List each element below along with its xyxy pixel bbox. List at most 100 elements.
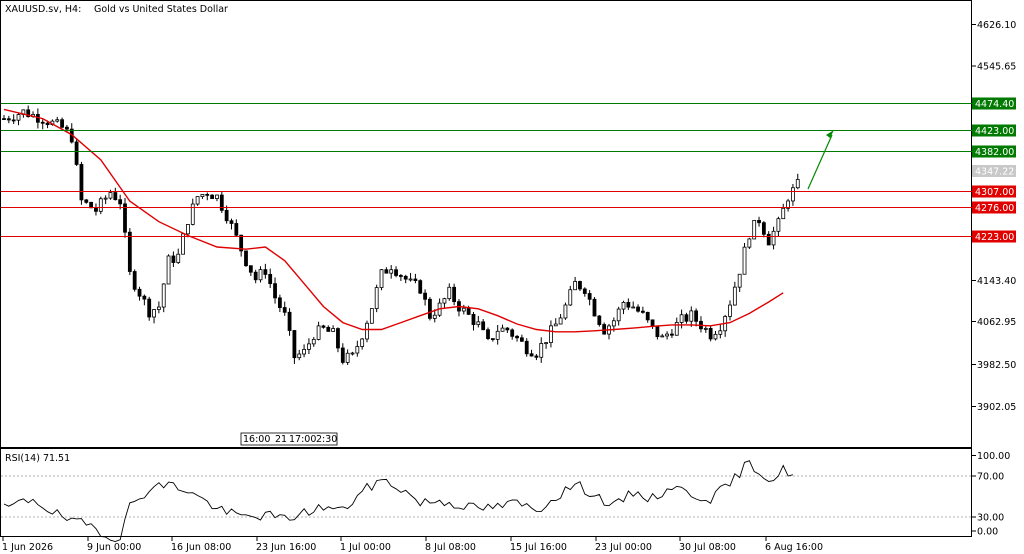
level-label: 4276.00	[975, 203, 1014, 214]
level-label: 4307.00	[975, 187, 1014, 198]
candle	[457, 299, 461, 317]
price-axis: 4626.10 4545.65 4143.40 4062.95 3982.50 3902.…	[972, 20, 1016, 413]
candle	[142, 294, 147, 306]
candle	[674, 317, 679, 336]
candle	[592, 297, 597, 317]
candle	[127, 228, 132, 276]
candle	[781, 203, 786, 220]
candle	[471, 311, 476, 331]
price-chart[interactable]: XAUUSD.sv, H4: Gold vs United States Dol…	[0, 0, 1024, 554]
candle	[665, 331, 669, 340]
candle	[747, 237, 752, 250]
candle	[137, 286, 142, 301]
candle	[539, 337, 544, 363]
candle	[694, 308, 699, 327]
rsi-series	[3, 460, 794, 542]
candle	[229, 218, 234, 230]
candle	[582, 287, 587, 297]
candle	[597, 315, 602, 327]
candle	[6, 115, 11, 124]
candle	[94, 203, 98, 216]
candle	[529, 349, 534, 357]
candle	[645, 311, 650, 323]
time-tick-label: 15 Jul 16:00	[510, 542, 567, 553]
candle	[602, 322, 607, 335]
candle	[273, 277, 277, 304]
session-label-4: 2:30	[316, 434, 337, 445]
candle	[500, 324, 505, 332]
candle	[626, 298, 631, 310]
candle	[239, 234, 244, 257]
candle	[166, 254, 171, 285]
candle	[152, 308, 156, 324]
candle	[292, 330, 297, 364]
candle	[113, 187, 118, 201]
candle	[16, 112, 21, 126]
level-label: 4423.00	[975, 126, 1014, 137]
price-tick-label: 4626.10	[977, 20, 1016, 31]
candle	[11, 114, 16, 124]
candle	[534, 354, 539, 361]
candle	[190, 198, 195, 226]
level-label: 4382.00	[975, 147, 1014, 158]
candle	[287, 308, 292, 336]
candle	[302, 344, 306, 358]
candle	[495, 325, 500, 345]
level-label: 4223.00	[975, 232, 1014, 243]
candle	[699, 316, 703, 333]
candle	[786, 198, 790, 212]
candle	[568, 285, 573, 306]
session-label-1: 16:00	[243, 434, 270, 445]
time-tick-label: 30 Jul 08:00	[679, 542, 736, 553]
candle	[447, 283, 452, 301]
candle	[549, 320, 553, 348]
candle	[486, 327, 490, 341]
candle	[384, 267, 389, 274]
candle	[215, 194, 219, 202]
candle	[650, 319, 655, 329]
candle	[132, 269, 137, 292]
moving-average-line	[3, 108, 784, 333]
candle	[428, 297, 432, 321]
candle	[248, 265, 253, 277]
candle	[195, 196, 200, 206]
candle	[558, 314, 563, 325]
rsi-level-lines	[1, 475, 972, 518]
candle	[578, 280, 582, 292]
price-tick-label: 4143.40	[977, 276, 1016, 287]
candle	[176, 248, 181, 265]
candle	[55, 116, 60, 123]
time-tick-label: 16 Jun 08:00	[171, 542, 231, 553]
candle	[282, 301, 287, 316]
rsi-tick-label: 70.00	[977, 472, 1004, 483]
candle	[161, 283, 166, 313]
candle	[771, 226, 776, 250]
candle	[311, 337, 316, 347]
candle	[200, 193, 205, 199]
session-time-labels: 16:00 21 17:00 2:30	[240, 432, 338, 446]
candle	[607, 323, 611, 340]
candle	[369, 308, 374, 324]
candle	[689, 306, 694, 327]
candle	[398, 274, 403, 282]
candle	[728, 300, 732, 321]
candle	[234, 219, 239, 237]
candle	[321, 324, 326, 329]
time-tick-label: 23 Jul 00:00	[595, 542, 652, 553]
time-tick-label: 1 Jul 00:00	[340, 542, 391, 553]
candle	[331, 325, 336, 332]
chart-description: Gold vs United States Dollar	[94, 4, 228, 15]
candle	[336, 327, 340, 353]
session-label-3: 17:00	[289, 434, 316, 445]
time-tick-label: 8 Jul 08:00	[425, 542, 476, 553]
time-tick-label: 9 Jun 00:00	[87, 542, 141, 553]
rsi-line	[3, 460, 794, 542]
candle	[510, 328, 515, 340]
chart-symbol: XAUUSD.sv, H4:	[5, 4, 81, 15]
candle	[307, 338, 311, 355]
projection-arrow	[807, 130, 834, 190]
time-tick-label: 6 Aug 16:00	[765, 542, 823, 553]
candle	[553, 318, 558, 327]
session-label-2: 21	[275, 434, 287, 445]
candle	[718, 324, 723, 339]
